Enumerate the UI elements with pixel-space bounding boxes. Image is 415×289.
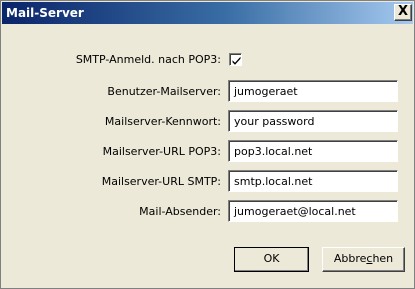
- username-label: Benutzer-Mailserver:: [107, 85, 221, 98]
- smtp-url-label: Mailserver-URL SMTP:: [101, 175, 221, 188]
- password-value: your password: [234, 115, 315, 128]
- ok-button[interactable]: OK: [234, 247, 309, 272]
- close-icon: X: [397, 4, 409, 19]
- cancel-label-post: hen: [372, 252, 394, 265]
- ok-label: OK: [263, 252, 280, 265]
- password-label: Mailserver-Kennwort:: [104, 115, 221, 128]
- title-bar[interactable]: Mail-Server X: [2, 2, 413, 24]
- cancel-label-pre: Abbre: [333, 252, 367, 265]
- smtp-url-field[interactable]: smtp.local.net: [228, 170, 398, 192]
- pop3-url-label: Mailserver-URL POP3:: [102, 145, 221, 158]
- checkmark-icon: [232, 56, 241, 65]
- sender-value: jumogeraet@local.net: [234, 205, 356, 218]
- cancel-button[interactable]: Abbrechen: [322, 247, 405, 272]
- username-field[interactable]: jumogeraet: [228, 80, 398, 102]
- close-button[interactable]: X: [394, 4, 412, 21]
- password-field[interactable]: your password: [228, 110, 398, 132]
- smtp-auth-checkbox[interactable]: [229, 53, 242, 66]
- username-value: jumogeraet: [234, 85, 298, 98]
- pop3-url-field[interactable]: pop3.local.net: [228, 140, 398, 162]
- mail-server-dialog: Mail-Server X SMTP-Anmeld. nach POP3: Be…: [0, 0, 415, 289]
- pop3-url-value: pop3.local.net: [234, 145, 313, 158]
- smtp-url-value: smtp.local.net: [234, 175, 313, 188]
- sender-field[interactable]: jumogeraet@local.net: [228, 200, 398, 222]
- smtp-auth-label: SMTP-Anmeld. nach POP3:: [75, 53, 221, 66]
- sender-label: Mail-Absender:: [139, 205, 221, 218]
- window-title: Mail-Server: [6, 6, 84, 20]
